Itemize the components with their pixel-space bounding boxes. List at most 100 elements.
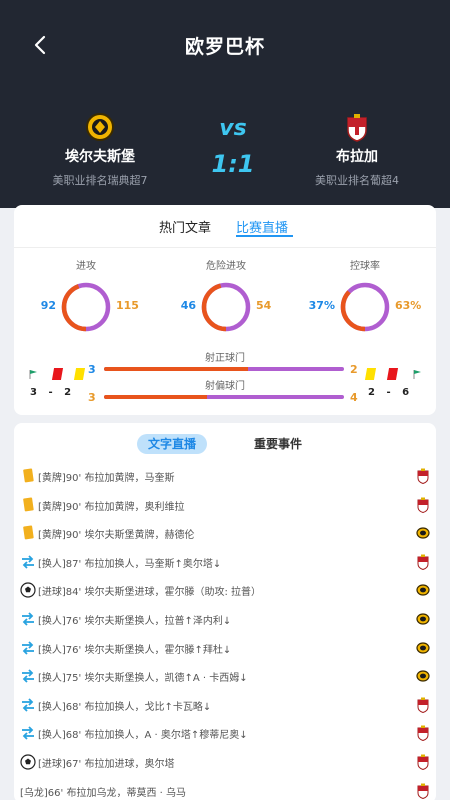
stat-ring-away-value: 115 [116,299,139,312]
elfsborg-logo-icon [416,611,430,627]
elfsborg-logo-icon [416,525,430,541]
braga-logo-icon [416,468,430,485]
event-row[interactable]: [换人]76' 埃尔夫斯堡换人，霍尔滕↑拜杜↓ [14,638,436,660]
soccer-ball-icon [20,754,36,770]
home-mini-numbers: 3 - 2 [30,387,71,398]
home-cards: 2 [64,387,72,398]
tab-text-live[interactable]: 文字直播 [137,434,207,454]
event-text: [换人]76' 埃尔夫斯堡换人，霍尔滕↑拜杜↓ [38,644,232,656]
stat-ring-away-value: 54 [256,299,272,312]
yellow-card-icon [364,367,377,380]
shots-off-target-away: 4 [350,391,358,404]
shots-on-target-label: 射正球门 [205,353,245,364]
home-mini-icons [28,363,86,380]
event-row[interactable]: [黄牌]90' 布拉加黄牌，奥利维拉 [14,495,436,517]
shots-off-target-home-fill [104,395,207,399]
substitution-icon [20,668,36,684]
home-team-rank: 美职业排名瑞典超7 [52,174,148,187]
shots-on-target-away: 2 [350,363,358,376]
event-text: [换人]87' 布拉加换人，马奎斯↑奥尔塔↓ [38,558,222,570]
event-text: [黄牌]90' 埃尔夫斯堡黄牌，赫德伦 [38,530,195,542]
yellow-card-icon [20,468,36,484]
stat-ring-label: 控球率 [350,261,380,272]
substitution-icon [20,697,36,713]
event-row[interactable]: [换人]75' 埃尔夫斯堡换人，凯德↑A · 卡西姆↓ [14,666,436,688]
event-row[interactable]: [黄牌]90' 埃尔夫斯堡黄牌，赫德伦 [14,523,436,545]
vs-label: vs [219,116,247,141]
event-row[interactable]: [进球]67' 布拉加进球，奥尔塔 [14,752,436,774]
away-team-rank: 美职业排名葡超4 [315,174,399,187]
elfsborg-logo-icon [416,668,430,684]
away-team[interactable]: 布拉加 美职业排名葡超4 [277,112,437,188]
away-cards: 2 [368,387,375,398]
away-corners: 6 [402,387,410,398]
match-header: 欧罗巴杯 埃尔夫斯堡 美职业排名瑞典超7 vs 1:1 布拉加 美职业排名葡超4 [0,0,450,208]
away-mini-numbers: 2 - 6 [368,387,409,398]
content-tabs: 热门文章 比赛直播 [14,217,436,239]
event-text: [换人]68' 布拉加换人，A · 奥尔塔↑穆蒂尼奥↓ [38,730,248,742]
substitution-icon [20,554,36,570]
red-card-icon [387,367,399,380]
event-row[interactable]: [换人]76' 埃尔夫斯堡换人，拉普↑泽内利↓ [14,609,436,631]
event-text: [进球]84' 埃尔夫斯堡进球，霍尔滕（助攻: 拉普） [38,587,262,599]
stat-ring-block: 控球率 37% 63% [295,257,435,337]
elfsborg-logo-icon [86,113,114,141]
event-text: [乌龙]66' 布拉加乌龙，蒂莫西 · 乌马 [20,787,186,799]
substitution-icon [20,611,36,627]
event-row[interactable]: [进球]84' 埃尔夫斯堡进球，霍尔滕（助攻: 拉普） [14,580,436,602]
event-row[interactable]: [乌龙]66' 布拉加乌龙，蒂莫西 · 乌马 [14,781,436,800]
match-score: 1:1 [211,150,255,178]
event-text: [换人]76' 埃尔夫斯堡换人，拉普↑泽内利↓ [38,616,232,627]
tab-key-events[interactable]: 重要事件 [254,434,302,454]
event-row[interactable]: [换人]68' 布拉加换人，戈比↑卡瓦略↓ [14,695,436,717]
away-mini-icons [364,363,422,380]
red-card-icon [52,367,64,380]
braga-logo-icon [347,114,367,142]
divider [14,247,436,248]
yellow-card-icon [20,525,36,541]
live-feed-card: 文字直播 重要事件 [黄牌]90' 布拉加黄牌，马奎斯 [黄牌]90' 布拉加黄牌… [14,423,436,800]
stat-ring-block: 危险进攻 46 54 [156,257,296,337]
braga-logo-icon [416,725,430,742]
home-corners: 3 [30,387,37,398]
stat-ring-chart [61,282,111,332]
event-row[interactable]: [换人]87' 布拉加换人，马奎斯↑奥尔塔↓ [14,552,436,574]
stat-ring-home-value: 46 [180,299,196,312]
yellow-card-icon [20,497,36,513]
soccer-ball-icon [20,582,36,598]
shots-on-target-home-fill [104,367,248,371]
home-team[interactable]: 埃尔夫斯堡 美职业排名瑞典超7 [20,112,180,188]
stat-ring-label: 危险进攻 [206,261,246,272]
away-team-name: 布拉加 [336,149,378,165]
separator: - [386,387,391,398]
event-row[interactable]: [黄牌]90' 布拉加黄牌，马奎斯 [14,466,436,488]
braga-logo-icon [416,554,430,570]
stats-card: 热门文章 比赛直播 进攻 92 115 危险进攻 46 54 控球率 37% 63% 射正球门 … [14,205,436,415]
event-text: [换人]68' 布拉加换人，戈比↑卡瓦略↓ [38,701,212,713]
braga-logo-icon [416,497,430,513]
stat-ring-home-value: 92 [40,299,56,312]
elfsborg-logo-icon [416,582,430,598]
elfsborg-logo-icon [416,640,430,656]
event-text: [黄牌]90' 布拉加黄牌，奥利维拉 [38,501,185,513]
corner-flag-icon [413,369,422,379]
shots-off-target-bar [104,395,344,399]
braga-logo-icon [416,697,430,713]
event-row[interactable]: [换人]68' 布拉加换人，A · 奥尔塔↑穆蒂尼奥↓ [14,723,436,745]
stat-ring-home-value: 37% [308,299,335,312]
braga-logo-icon [416,754,430,771]
shots-on-target-bar [104,367,344,371]
substitution-icon [20,640,36,656]
separator: - [48,387,53,398]
corner-flag-icon [29,369,37,379]
event-text: [黄牌]90' 布拉加黄牌，马奎斯 [38,473,175,484]
home-team-name: 埃尔夫斯堡 [65,149,135,165]
tab-articles[interactable]: 热门文章 [159,217,211,236]
braga-logo-icon [416,783,430,799]
active-tab-indicator [236,235,293,237]
substitution-icon [20,725,36,741]
event-text: [进球]67' 布拉加进球，奥尔塔 [38,759,175,770]
tab-live[interactable]: 比赛直播 [236,217,288,236]
event-text: [换人]75' 埃尔夫斯堡换人，凯德↑A · 卡西姆↓ [38,673,248,685]
page-title: 欧罗巴杯 [184,36,265,58]
